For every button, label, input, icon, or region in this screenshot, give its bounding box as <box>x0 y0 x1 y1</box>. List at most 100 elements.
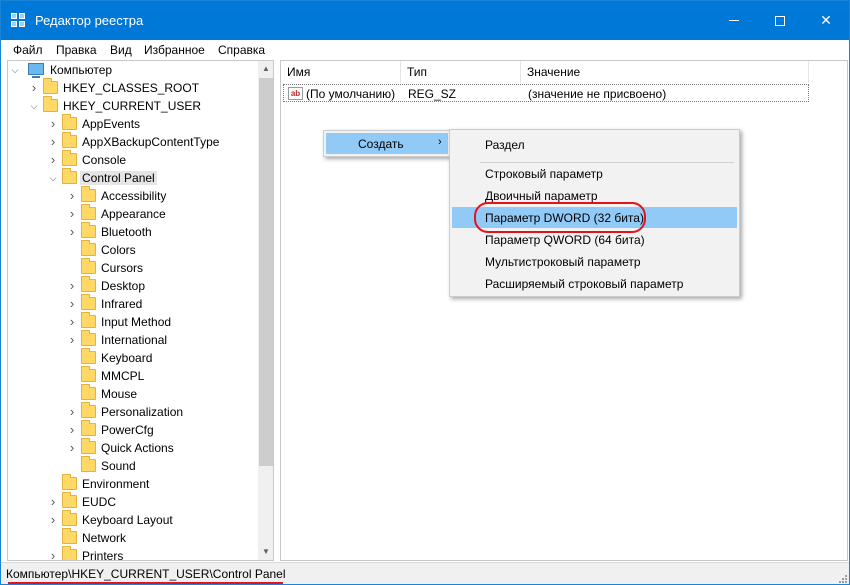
computer-icon <box>28 63 44 78</box>
close-button[interactable]: ✕ <box>803 1 849 40</box>
tree-item-label: International <box>101 333 168 347</box>
tree-item[interactable]: Keyboard <box>8 348 258 367</box>
tree-item[interactable]: MMCPL <box>8 366 258 385</box>
expanded-chevron-icon[interactable]: ⌵ <box>29 99 39 113</box>
submenu-item-expandable-string-value[interactable]: Расширяемый строковый параметр <box>452 273 737 294</box>
collapsed-chevron-icon[interactable]: › <box>48 117 58 131</box>
submenu-item-label: Расширяемый строковый параметр <box>485 277 684 291</box>
tree-item[interactable]: › Bluetooth <box>8 222 258 241</box>
collapsed-chevron-icon[interactable]: › <box>67 207 77 221</box>
menu-file[interactable]: Файл <box>13 43 43 57</box>
folder-icon <box>81 438 96 454</box>
value-data: (значение не присвоено) <box>528 87 667 101</box>
scroll-thumb[interactable] <box>259 78 273 466</box>
tree-item[interactable]: › Quick Actions <box>8 438 258 457</box>
tree-item-label: Network <box>82 531 127 545</box>
submenu-item-label: Двоичный параметр <box>485 189 598 203</box>
minimize-button[interactable] <box>711 1 757 40</box>
tree-item[interactable]: ⌵ HKEY_CURRENT_USER <box>8 96 258 115</box>
resize-grip-icon[interactable] <box>837 573 847 583</box>
tree-item[interactable]: › International <box>8 330 258 349</box>
collapsed-chevron-icon[interactable]: › <box>67 315 77 329</box>
submenu-item-multistring-value[interactable]: Мультистроковый параметр <box>452 251 737 272</box>
menu-help[interactable]: Справка <box>218 43 265 57</box>
tree-item[interactable]: › Personalization <box>8 402 258 421</box>
value-row[interactable]: ab (По умолчанию) REG_SZ (значение не пр… <box>283 84 809 102</box>
folder-icon <box>81 420 96 436</box>
tree-item-label: AppEvents <box>82 117 141 131</box>
tree-item[interactable]: Colors <box>8 240 258 259</box>
tree-scrollbar[interactable]: ▲ ▼ <box>258 61 273 560</box>
tree-item[interactable]: › Appearance <box>8 204 258 223</box>
tree-item[interactable]: Network <box>8 528 258 547</box>
tree-item-label: Personalization <box>101 405 184 419</box>
column-header-value[interactable]: Значение <box>521 61 809 83</box>
tree-item-label: Keyboard <box>101 351 153 365</box>
collapsed-chevron-icon[interactable]: › <box>67 189 77 203</box>
collapsed-chevron-icon[interactable]: › <box>67 441 77 455</box>
collapsed-chevron-icon[interactable]: › <box>67 423 77 437</box>
expanded-chevron-icon[interactable]: ⌵ <box>10 63 20 77</box>
tree-item[interactable]: › Input Method <box>8 312 258 331</box>
collapsed-chevron-icon[interactable]: › <box>67 225 77 239</box>
registry-editor-icon <box>11 13 27 29</box>
title-bar[interactable]: Редактор реестра ✕ <box>1 1 849 40</box>
maximize-icon <box>775 15 785 26</box>
value-type: REG_SZ <box>408 87 457 101</box>
collapsed-chevron-icon[interactable]: › <box>48 495 58 509</box>
column-header-type[interactable]: Тип <box>401 61 521 83</box>
collapsed-chevron-icon[interactable]: › <box>48 549 58 561</box>
submenu-item-label: Строковый параметр <box>485 167 603 181</box>
submenu-item-key[interactable]: Раздел <box>452 134 737 155</box>
tree-item-computer[interactable]: ⌵ Компьютер <box>8 61 258 79</box>
tree-item[interactable]: › AppXBackupContentType <box>8 132 258 151</box>
tree-item[interactable]: Sound <box>8 456 258 475</box>
maximize-button[interactable] <box>757 1 803 40</box>
tree-item[interactable]: › PowerCfg <box>8 420 258 439</box>
collapsed-chevron-icon[interactable]: › <box>67 279 77 293</box>
menu-view[interactable]: Вид <box>110 43 132 57</box>
submenu-item-dword-value[interactable]: Параметр DWORD (32 бита) <box>452 207 737 228</box>
tree-item[interactable]: › Accessibility <box>8 186 258 205</box>
tree-item[interactable]: › Printers <box>8 546 258 561</box>
chevron-right-icon: › <box>438 136 442 148</box>
submenu-item-label: Раздел <box>485 138 525 152</box>
collapsed-chevron-icon[interactable]: › <box>67 297 77 311</box>
collapsed-chevron-icon[interactable]: › <box>48 135 58 149</box>
tree-item[interactable]: Cursors <box>8 258 258 277</box>
collapsed-chevron-icon[interactable]: › <box>29 81 39 95</box>
submenu-item-label: Параметр DWORD (32 бита) <box>485 211 644 225</box>
tree-pane[interactable]: ⌵ Компьютер › HKEY_CLASSES_ROOT ⌵ HKEY_CURR… <box>7 60 274 561</box>
scroll-down-icon[interactable]: ▼ <box>258 544 273 560</box>
menu-favorites[interactable]: Избранное <box>144 43 205 57</box>
menu-bar: Файл Правка Вид Избранное Справка <box>1 40 849 60</box>
tree-item[interactable]: › Console <box>8 150 258 169</box>
close-icon: ✕ <box>820 12 832 28</box>
expanded-chevron-icon[interactable]: ⌵ <box>48 171 58 185</box>
menu-edit[interactable]: Правка <box>56 43 97 57</box>
tree-item[interactable]: › AppEvents <box>8 114 258 133</box>
tree-item[interactable]: ⌵ Control Panel <box>8 168 258 187</box>
tree-item-label: Quick Actions <box>101 441 174 455</box>
collapsed-chevron-icon[interactable]: › <box>48 153 58 167</box>
column-header-name[interactable]: Имя <box>281 61 401 83</box>
tree-item[interactable]: Mouse <box>8 384 258 403</box>
folder-icon <box>62 546 77 560</box>
collapsed-chevron-icon[interactable]: › <box>67 405 77 419</box>
tree-item[interactable]: › EUDC <box>8 492 258 511</box>
submenu-item-string-value[interactable]: Строковый параметр <box>452 163 737 184</box>
submenu-item-binary-value[interactable]: Двоичный параметр <box>452 185 737 206</box>
tree-item[interactable]: › Keyboard Layout <box>8 510 258 529</box>
tree-item[interactable]: › HKEY_CLASSES_ROOT <box>8 78 258 97</box>
folder-icon <box>43 78 58 94</box>
window-title: Редактор реестра <box>35 13 144 28</box>
tree-item[interactable]: Environment <box>8 474 258 493</box>
scroll-up-icon[interactable]: ▲ <box>258 61 273 77</box>
submenu-item-qword-value[interactable]: Параметр QWORD (64 бита) <box>452 229 737 250</box>
collapsed-chevron-icon[interactable]: › <box>67 333 77 347</box>
collapsed-chevron-icon[interactable]: › <box>48 513 58 527</box>
folder-icon <box>81 240 96 256</box>
tree-item[interactable]: › Infrared <box>8 294 258 313</box>
tree-item-label: Bluetooth <box>101 225 152 239</box>
tree-item[interactable]: › Desktop <box>8 276 258 295</box>
